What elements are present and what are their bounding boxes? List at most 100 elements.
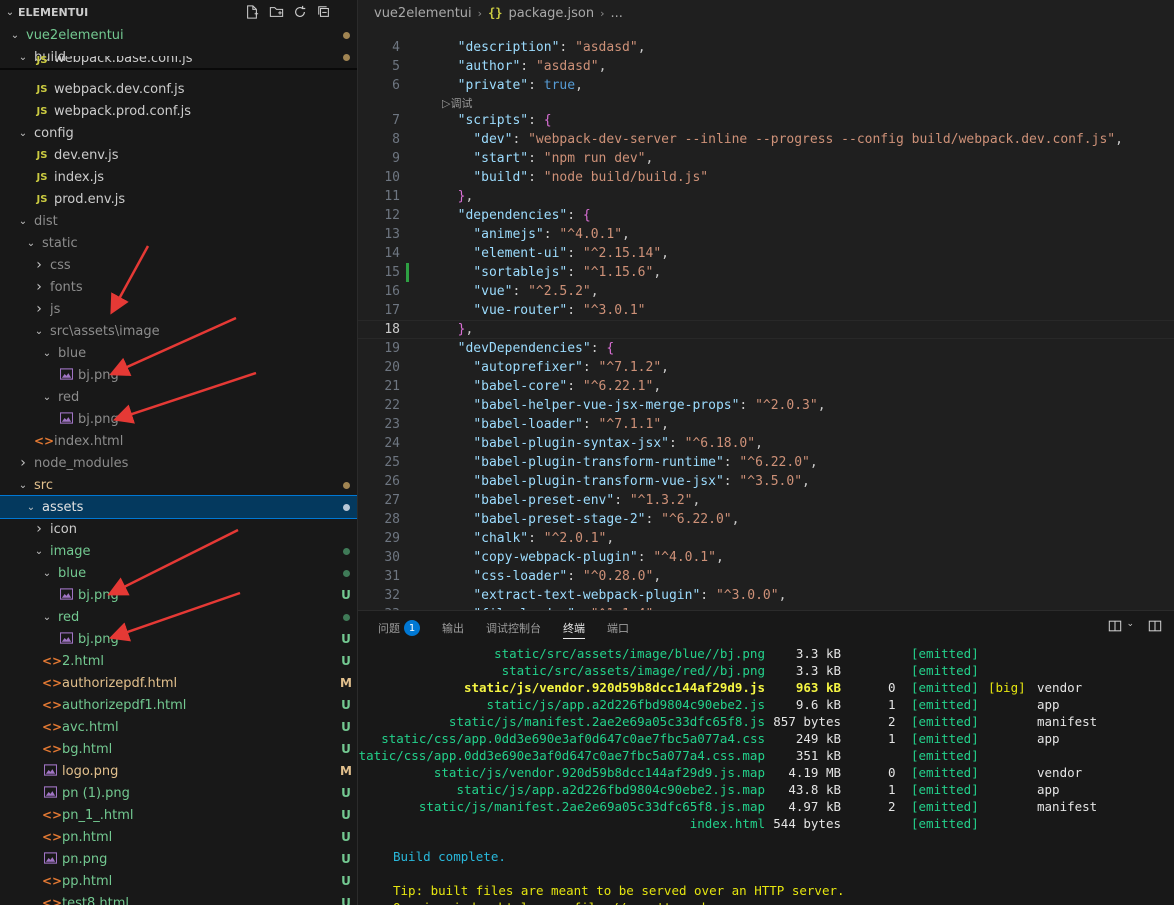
new-file-icon[interactable] xyxy=(243,3,261,21)
tree-item[interactable]: <> pp.html U xyxy=(0,870,357,892)
tree-item[interactable]: <> bg.html U xyxy=(0,738,357,760)
code-line[interactable]: 10 "build": "node build/build.js" xyxy=(358,168,1174,187)
code-line[interactable]: 31 "css-loader": "^0.28.0", xyxy=(358,567,1174,586)
tree-item[interactable]: pn (1).png U xyxy=(0,782,357,804)
code-line[interactable]: 28 "babel-preset-stage-2": "^6.22.0", xyxy=(358,510,1174,529)
panel-tab[interactable]: 终端 xyxy=(563,611,585,645)
panel-tab[interactable]: 输出 xyxy=(442,611,464,645)
tree-item[interactable]: ⌄ red xyxy=(0,386,357,408)
code-line[interactable]: 32 "extract-text-webpack-plugin": "^3.0.… xyxy=(358,586,1174,605)
code-line[interactable]: 30 "copy-webpack-plugin": "^4.0.1", xyxy=(358,548,1174,567)
split-panel-icon[interactable] xyxy=(1108,619,1122,637)
code-line[interactable]: 18 }, xyxy=(358,320,1174,339)
refresh-icon[interactable] xyxy=(291,3,309,21)
chevron-down-icon[interactable]: ⌄ xyxy=(8,30,22,41)
codelens-debug[interactable]: ▷调试 xyxy=(442,95,472,111)
tree-item[interactable]: <> test8.html U xyxy=(0,892,357,905)
tree-item[interactable]: <> index.html xyxy=(0,430,357,452)
chevron-down-icon[interactable]: ⌄ xyxy=(40,392,54,403)
code-line[interactable]: 12 "dependencies": { xyxy=(358,206,1174,225)
tree-item[interactable]: ⌄ image xyxy=(0,540,357,562)
tree-item[interactable]: ⌄ assets xyxy=(0,495,357,519)
chevron-down-icon[interactable]: ⌄ xyxy=(16,128,30,139)
code-line[interactable]: 11 }, xyxy=(358,187,1174,206)
tree-item[interactable]: › node_modules xyxy=(0,452,357,474)
code-line[interactable]: 9 "start": "npm run dev", xyxy=(358,149,1174,168)
tree-item[interactable]: bj.png U xyxy=(0,584,357,606)
code-line[interactable]: 14 "element-ui": "^2.15.14", xyxy=(358,244,1174,263)
code-editor[interactable]: vue2elementui › {} package.json › ... 3 … xyxy=(358,0,1174,610)
code-line[interactable]: 13 "animejs": "^4.0.1", xyxy=(358,225,1174,244)
explorer-title[interactable]: ELEMENTUI xyxy=(18,6,243,19)
code-line[interactable]: 7 "scripts": { xyxy=(358,111,1174,130)
chevron-right-icon[interactable]: › xyxy=(32,279,46,295)
tree-item[interactable]: <> authorizepdf.html M xyxy=(0,672,357,694)
collapse-all-icon[interactable] xyxy=(315,3,333,21)
code-line[interactable]: 4 "description": "asdasd", xyxy=(358,38,1174,57)
maximize-panel-icon[interactable] xyxy=(1148,619,1162,637)
code-line[interactable]: 16 "vue": "^2.5.2", xyxy=(358,282,1174,301)
tree-item[interactable]: ⌄ blue xyxy=(0,562,357,584)
code-line[interactable]: 29 "chalk": "^2.0.1", xyxy=(358,529,1174,548)
tree-item[interactable]: ⌄ vue2elementui xyxy=(0,24,357,46)
tree-item[interactable]: › icon xyxy=(0,518,357,540)
tree-item[interactable]: <> pn.html U xyxy=(0,826,357,848)
code-line[interactable]: 19 "devDependencies": { xyxy=(358,339,1174,358)
tree-item[interactable]: › css xyxy=(0,254,357,276)
tree-item[interactable]: JS webpack.prod.conf.js xyxy=(0,100,357,122)
code-line[interactable]: 23 "babel-loader": "^7.1.1", xyxy=(358,415,1174,434)
tree-item[interactable]: JS webpack.dev.conf.js xyxy=(0,78,357,100)
chevron-down-icon[interactable]: ⌄ xyxy=(1126,619,1134,637)
chevron-down-icon[interactable]: ⌄ xyxy=(32,326,46,337)
tree-item[interactable]: <> avc.html U xyxy=(0,716,357,738)
code-line[interactable]: 24 "babel-plugin-syntax-jsx": "^6.18.0", xyxy=(358,434,1174,453)
chevron-down-icon[interactable]: ⌄ xyxy=(40,348,54,359)
tree-item[interactable]: JS index.js xyxy=(0,166,357,188)
tree-item[interactable]: JS webpack.base.conf.js xyxy=(0,56,357,66)
tree-item[interactable]: ⌄ src xyxy=(0,474,357,496)
panel-tab[interactable]: 问题 1 xyxy=(378,611,420,645)
code-line[interactable]: 6 "private": true, xyxy=(358,76,1174,95)
tree-item[interactable]: bj.png U xyxy=(0,628,357,650)
panel-tab[interactable]: 端口 xyxy=(607,611,629,645)
chevron-right-icon[interactable]: › xyxy=(32,257,46,273)
chevron-down-icon[interactable]: ⌄ xyxy=(16,216,30,227)
code-line[interactable]: 26 "babel-plugin-transform-vue-jsx": "^3… xyxy=(358,472,1174,491)
code-line[interactable]: 15 "sortablejs": "^1.15.6", xyxy=(358,263,1174,282)
breadcrumb-file[interactable]: package.json xyxy=(509,6,595,21)
panel-tab[interactable]: 调试控制台 xyxy=(486,611,541,645)
chevron-down-icon[interactable]: ⌄ xyxy=(24,502,38,513)
tree-item[interactable]: ⌄ blue xyxy=(0,342,357,364)
chevron-down-icon[interactable]: ⌄ xyxy=(16,480,30,491)
chevron-down-icon[interactable]: ⌄ xyxy=(40,568,54,579)
chevron-down-icon[interactable]: ⌄ xyxy=(24,238,38,249)
code-line[interactable]: 25 "babel-plugin-transform-runtime": "^6… xyxy=(358,453,1174,472)
code-line[interactable]: 20 "autoprefixer": "^7.1.2", xyxy=(358,358,1174,377)
tree-item[interactable]: <> authorizepdf1.html U xyxy=(0,694,357,716)
tree-item[interactable]: <> 2.html U xyxy=(0,650,357,672)
tree-item[interactable]: ⌄ dist xyxy=(0,210,357,232)
code-line[interactable]: 21 "babel-core": "^6.22.1", xyxy=(358,377,1174,396)
chevron-down-icon[interactable]: ⌄ xyxy=(40,612,54,623)
tree-item[interactable]: › fonts xyxy=(0,276,357,298)
code-line[interactable]: 8 "dev": "webpack-dev-server --inline --… xyxy=(358,130,1174,149)
tree-item[interactable]: ⌄ static xyxy=(0,232,357,254)
chevron-right-icon[interactable]: › xyxy=(32,521,46,537)
tree-item[interactable]: <> pn_1_.html U xyxy=(0,804,357,826)
chevron-down-icon[interactable]: ⌄ xyxy=(32,546,46,557)
tree-item[interactable]: ⌄ config xyxy=(0,122,357,144)
tree-item[interactable]: pn.png U xyxy=(0,848,357,870)
tree-item[interactable]: JS dev.env.js xyxy=(0,144,357,166)
breadcrumb-symbol[interactable]: ... xyxy=(611,6,623,21)
chevron-right-icon[interactable]: › xyxy=(16,455,30,471)
code-line[interactable]: 5 "author": "asdasd", xyxy=(358,57,1174,76)
tree-item[interactable]: JS prod.env.js xyxy=(0,188,357,210)
code-line[interactable]: 17 "vue-router": "^3.0.1" xyxy=(358,301,1174,320)
tree-item[interactable]: › js xyxy=(0,298,357,320)
tree-item[interactable]: ⌄ red xyxy=(0,606,357,628)
code-line[interactable]: 27 "babel-preset-env": "^1.3.2", xyxy=(358,491,1174,510)
tree-item[interactable]: bj.png xyxy=(0,408,357,430)
chevron-down-icon[interactable]: ⌄ xyxy=(4,7,16,18)
tree-item[interactable]: bj.png xyxy=(0,364,357,386)
code-line[interactable]: 22 "babel-helper-vue-jsx-merge-props": "… xyxy=(358,396,1174,415)
